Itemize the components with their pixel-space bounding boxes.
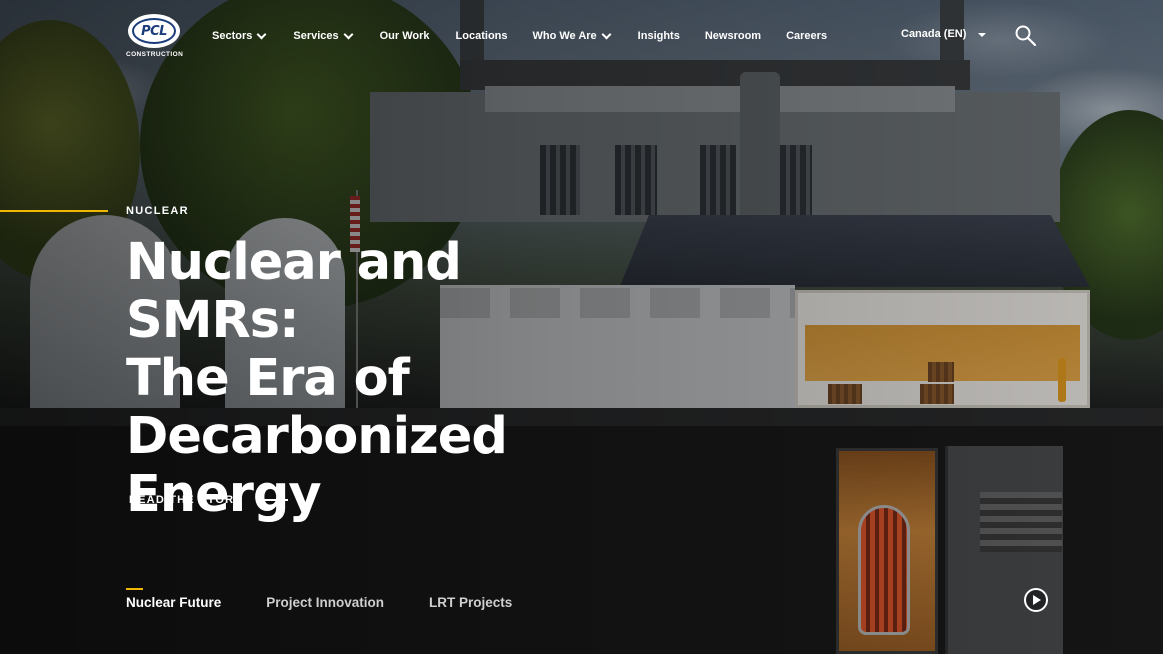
main-nav: Sectors Services Our Work Locations Who … (212, 28, 827, 44)
nav-item-label: Our Work (379, 30, 430, 42)
nav-item-label: Locations (455, 30, 508, 42)
nav-item-services[interactable]: Services (293, 29, 354, 42)
search-button[interactable] (1014, 24, 1038, 48)
hero-title-line: Decarbonized (126, 407, 508, 466)
tab-project-innovation[interactable]: Project Innovation (266, 588, 384, 610)
eyebrow-accent-line (0, 210, 108, 212)
language-selector[interactable]: Canada (EN) (901, 28, 987, 40)
chevron-down-icon (343, 29, 354, 39)
nav-item-careers[interactable]: Careers (786, 30, 827, 42)
nav-item-label: Careers (786, 30, 828, 42)
nav-item-label: Newsroom (704, 30, 762, 42)
tab-nuclear-future[interactable]: Nuclear Future (126, 588, 221, 610)
pcl-logo[interactable]: PCL CONSTRUCTION (126, 14, 184, 60)
hero-title-line: The Era of (126, 349, 410, 408)
hero-title-line: Nuclear and SMRs: (126, 233, 462, 350)
chevron-down-icon (256, 29, 267, 39)
hero-eyebrow: NUCLEAR (126, 205, 189, 217)
nav-item-our-work[interactable]: Our Work (380, 30, 430, 42)
logo-text: PCL (141, 23, 167, 39)
nav-item-label: Services (293, 30, 339, 42)
nav-item-label: Insights (637, 30, 680, 42)
play-video-button[interactable] (1024, 588, 1048, 612)
site-header: PCL CONSTRUCTION Sectors Services Our Wo… (0, 0, 1163, 70)
logo-oval-inner: PCL (132, 18, 176, 44)
nav-item-label: Sectors (212, 30, 253, 42)
caret-down-icon (978, 33, 987, 37)
tab-lrt-projects[interactable]: LRT Projects (429, 588, 512, 610)
nav-item-locations[interactable]: Locations (456, 30, 508, 42)
nav-item-who-we-are[interactable]: Who We Are (532, 29, 612, 42)
play-icon (1033, 595, 1041, 605)
story-tabs: Nuclear Future Project Innovation LRT Pr… (126, 588, 557, 610)
language-label: Canada (EN) (901, 28, 967, 40)
nav-item-label: Who We Are (532, 30, 597, 42)
chevron-down-icon (601, 29, 612, 39)
logo-subtitle: CONSTRUCTION (126, 51, 184, 58)
nav-item-newsroom[interactable]: Newsroom (705, 30, 761, 42)
read-story-label: READ THE STORY (129, 494, 243, 506)
hero-title: Nuclear and SMRs: The Era of Decarbonize… (126, 234, 646, 524)
read-story-link[interactable]: READ THE STORY (129, 494, 289, 506)
search-icon (1015, 25, 1037, 47)
nav-item-insights[interactable]: Insights (638, 30, 680, 42)
logo-oval: PCL (128, 14, 180, 48)
arrow-line-icon (256, 499, 289, 501)
nav-item-sectors[interactable]: Sectors (212, 29, 267, 42)
